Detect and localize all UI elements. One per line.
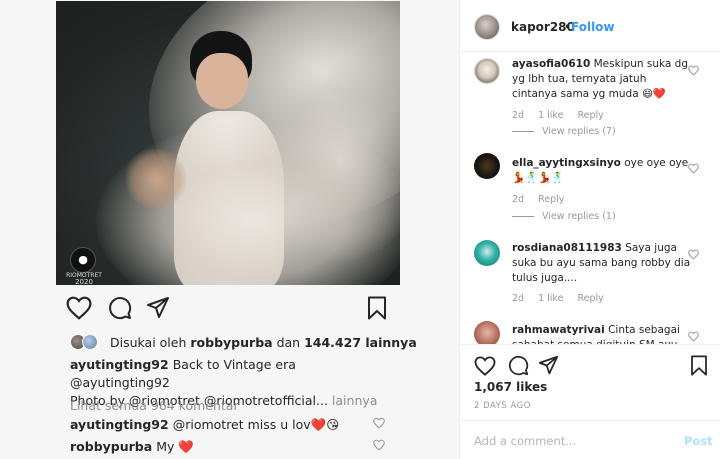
comment-user[interactable]: ayasofia0610 [512, 58, 590, 70]
comment-meta: 2d 1 like Reply [512, 110, 618, 121]
heart-icon[interactable] [66, 296, 92, 320]
caption-more-link[interactable]: lainnya [332, 393, 378, 408]
comment-user[interactable]: ella_ayytingxsinyo [512, 157, 621, 169]
caption-user[interactable]: ayutingting92 [70, 357, 169, 372]
comment-icon[interactable] [508, 355, 529, 376]
liked-by-user[interactable]: robbypurba [190, 335, 272, 350]
comment-likes[interactable]: 1 like [538, 110, 563, 121]
add-comment-input[interactable]: Add a comment... [474, 434, 576, 448]
comment-text: @riomotret miss u lov❤️😘 [172, 417, 340, 432]
liker-avatars [70, 334, 106, 350]
comment-list[interactable]: ayasofia0610 Meskipun suka dg yg lbh tua… [460, 53, 720, 344]
avatar[interactable] [474, 153, 500, 179]
comment-user[interactable]: rahmawatyrivai [512, 324, 605, 336]
comment-like-icon[interactable] [688, 65, 699, 76]
comment-time[interactable]: 2d [512, 110, 524, 121]
post-comment: robbypurba My ❤️ [70, 439, 390, 455]
comment-like-icon[interactable] [688, 163, 699, 174]
comment-time[interactable]: 2d [512, 194, 524, 205]
comment-like-icon[interactable] [688, 249, 699, 260]
comment-user[interactable]: rosdiana08111983 [512, 242, 622, 254]
bookmark-icon[interactable] [690, 355, 708, 376]
avatar[interactable] [474, 14, 500, 40]
photographer-logo-year: 2020 [75, 278, 93, 285]
avatar [82, 334, 98, 350]
comment-meta: 2d Reply [512, 194, 578, 205]
comment-body: rahmawatyrivai Cinta sebagai sahabat sem… [512, 323, 694, 344]
photographer-logo-icon: ● [70, 247, 96, 273]
reply-button[interactable]: Reply [577, 293, 603, 304]
post-comment: ayutingting92 @riomotret miss u lov❤️😘 [70, 417, 390, 433]
comment-text: My ❤️ [156, 439, 194, 454]
comment-body: rosdiana08111983 Saya juga suka bu ayu s… [512, 241, 694, 286]
post-view: ● RIOMOTRET 2020 Disukai oleh robbypurba… [0, 0, 459, 459]
post-actions [66, 296, 390, 322]
likes-count[interactable]: 1,067 likes [474, 380, 547, 394]
avatar[interactable] [474, 58, 500, 84]
share-icon[interactable] [146, 296, 170, 320]
add-comment-bar: Add a comment... Post [460, 420, 720, 459]
comment-like-icon[interactable] [688, 331, 699, 342]
view-replies-button[interactable]: View replies (1) [512, 211, 616, 222]
liked-by-row[interactable]: Disukai oleh robbypurba dan 144.427 lain… [70, 333, 417, 351]
share-icon[interactable] [538, 355, 559, 376]
comment-user[interactable]: ayutingting92 [70, 417, 169, 432]
follow-button[interactable]: Follow [571, 20, 615, 34]
comment-body: ella_ayytingxsinyo oye oye oye💃🕺💃🕺 [512, 156, 694, 186]
view-all-comments-link[interactable]: Lihat semua 964 komentar [70, 398, 239, 413]
panel-header: kapor280 • Follow [460, 0, 720, 52]
comment-likes[interactable]: 1 like [538, 293, 563, 304]
comment-like-icon[interactable] [373, 439, 385, 451]
reply-button[interactable]: Reply [538, 194, 564, 205]
avatar[interactable] [474, 321, 500, 344]
post-button[interactable]: Post [684, 434, 713, 448]
post-timestamp[interactable]: 2 DAYS AGO [474, 401, 531, 411]
reply-button[interactable]: Reply [577, 110, 603, 121]
comment-time[interactable]: 2d [512, 293, 524, 304]
panel-actions [460, 344, 720, 384]
post-photo[interactable]: ● RIOMOTRET 2020 [56, 1, 400, 285]
liked-by-prefix: Disukai oleh [110, 334, 187, 350]
comment-like-icon[interactable] [373, 417, 385, 429]
view-replies-button[interactable]: View replies (7) [512, 126, 616, 137]
comment-meta: 2d 1 like Reply [512, 293, 618, 304]
comments-panel: kapor280 • Follow ayasofia0610 Meskipun … [459, 0, 720, 459]
comment-user[interactable]: robbypurba [70, 439, 152, 454]
comment-icon[interactable] [108, 296, 132, 320]
liked-by-count[interactable]: 144.427 lainnya [304, 335, 417, 350]
bookmark-icon[interactable] [366, 296, 388, 320]
comment-body: ayasofia0610 Meskipun suka dg yg lbh tua… [512, 57, 694, 102]
liked-by-conj: dan [276, 334, 301, 350]
heart-icon[interactable] [474, 356, 496, 376]
avatar[interactable] [474, 240, 500, 266]
